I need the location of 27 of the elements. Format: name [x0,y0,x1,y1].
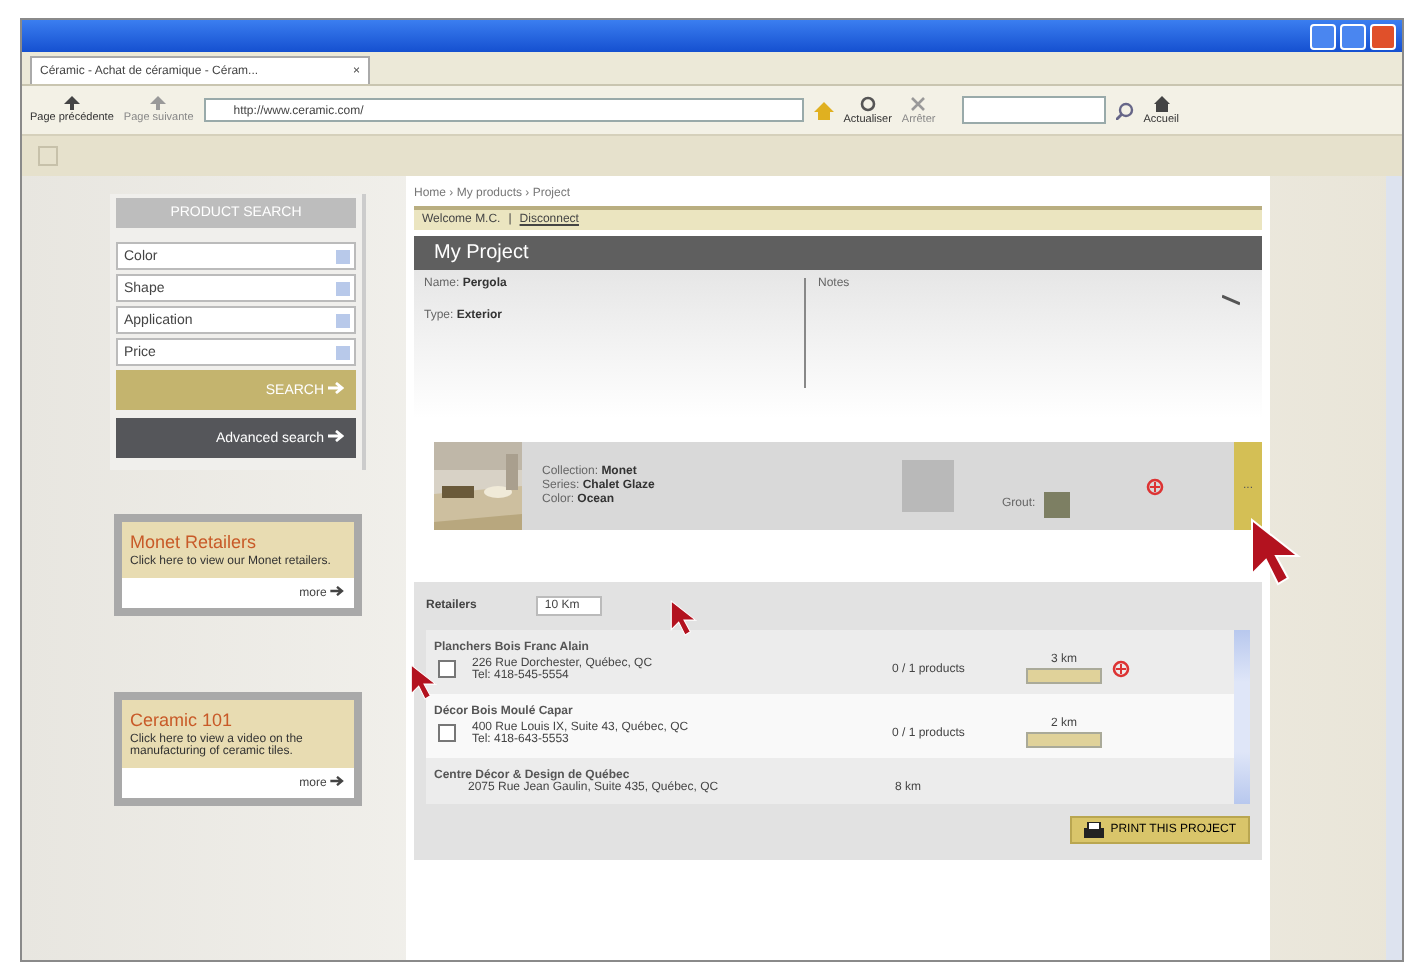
remove-icon[interactable] [1112,660,1130,678]
scrollbar[interactable] [1234,630,1250,804]
maximize-icon[interactable] [1340,23,1366,49]
search-field[interactable] [961,96,1106,124]
project-title: My Project [434,242,529,264]
tile-swatch [902,460,954,512]
printer-icon [1084,822,1105,838]
arrow-icon [150,96,167,110]
arrow-icon [328,430,344,442]
refresh-icon [859,95,876,111]
search-icon[interactable] [1115,101,1134,119]
checkbox[interactable] [438,660,456,678]
checkbox[interactable] [438,724,456,742]
arrow-icon [330,586,344,596]
arrow-icon [328,382,344,394]
stop-icon [910,95,927,111]
minimize-icon[interactable] [1310,23,1336,49]
arrow-icon [63,96,80,110]
grout-swatch [1043,491,1070,517]
arrow-icon [330,776,344,786]
home-icon [1153,95,1170,111]
promo-title: Monet Retailers [130,532,259,552]
remove-icon[interactable] [1145,477,1164,495]
close-icon[interactable] [1370,23,1396,49]
promo-title: Ceramic 101 [130,710,235,730]
cursor-icon [670,600,698,636]
page-scrollbar[interactable] [1386,176,1402,960]
